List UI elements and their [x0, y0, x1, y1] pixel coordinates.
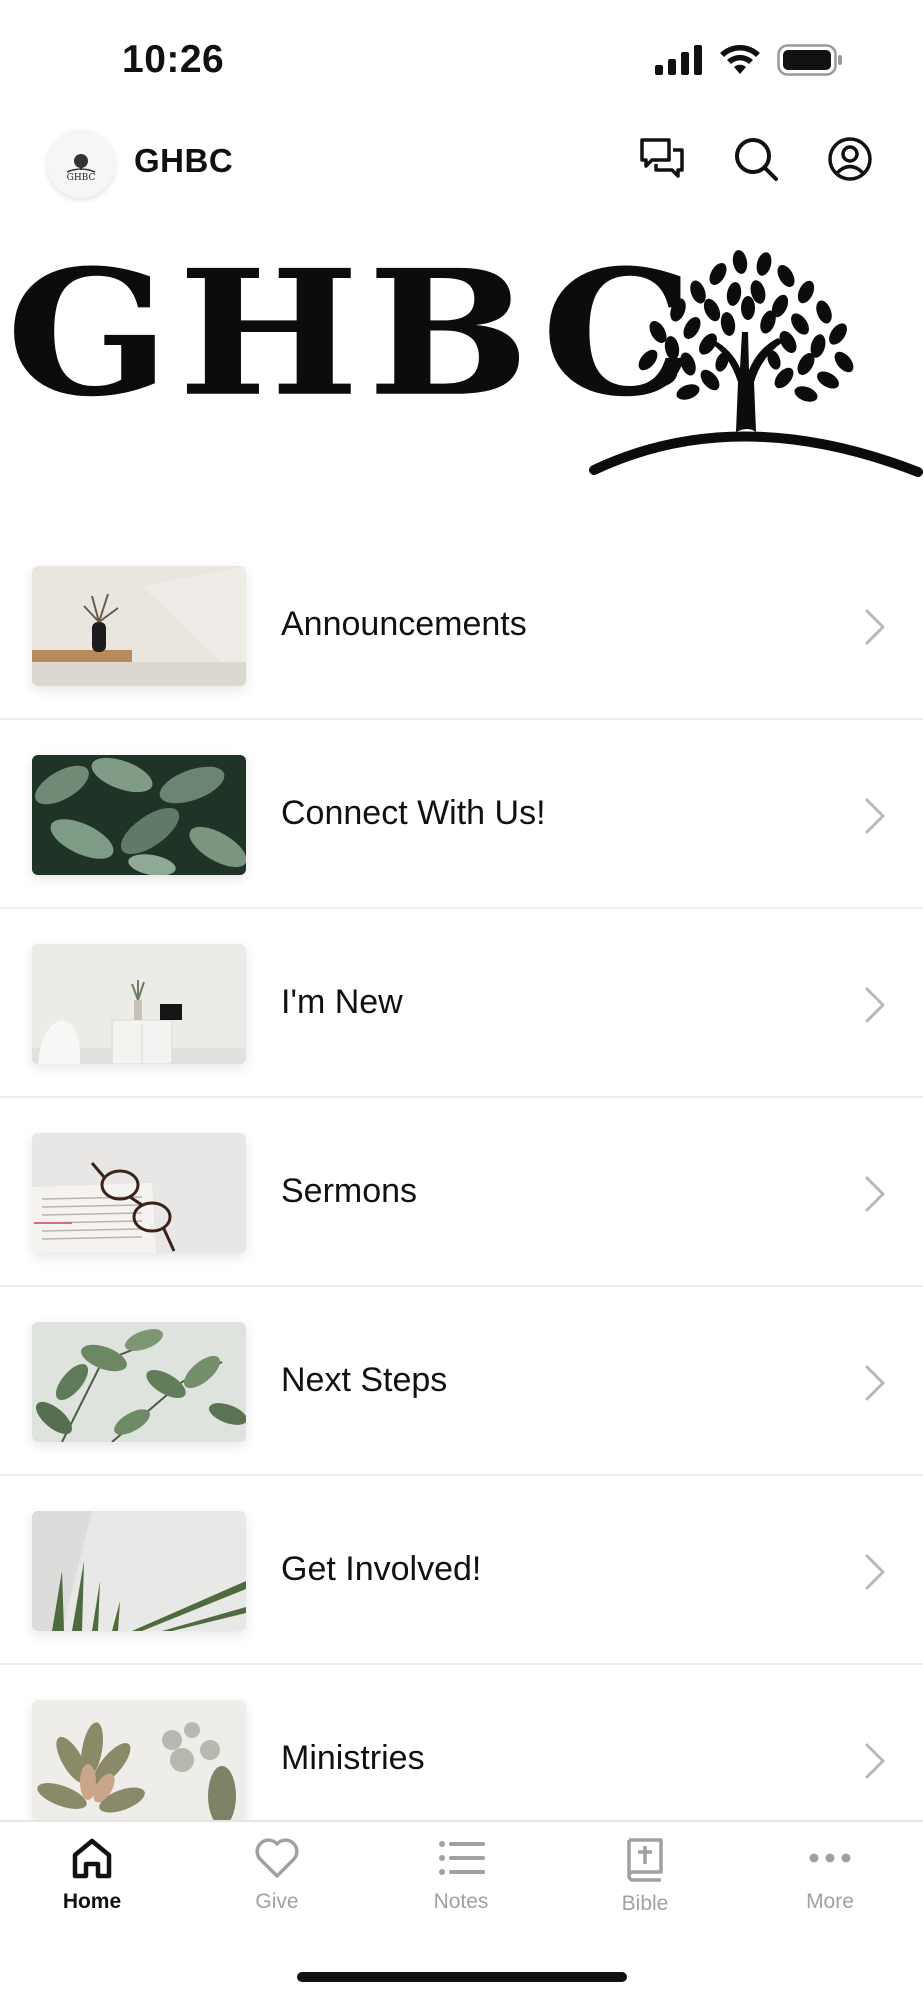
- profile-button[interactable]: [827, 136, 873, 182]
- menu-item-label: Sermons: [281, 1172, 418, 1210]
- tab-home[interactable]: Home: [22, 1836, 162, 1946]
- profile-icon: [828, 137, 872, 181]
- menu-item-label: Connect With Us!: [281, 794, 546, 832]
- chevron-right-icon: [865, 1743, 885, 1779]
- wifi-icon: [719, 44, 761, 81]
- avatar-logo-text: GHBC: [67, 173, 96, 183]
- thumbnail-succulents: [32, 1700, 246, 1820]
- heart-icon: [255, 1838, 299, 1878]
- chevron-right-icon: [865, 1176, 885, 1212]
- chevron-right-icon: [865, 987, 885, 1023]
- bottom-tab-bar: Home Give Notes Bible More: [0, 1820, 923, 2000]
- church-logo-avatar[interactable]: GHBC: [47, 130, 115, 198]
- chat-bubbles-icon: [640, 138, 684, 178]
- bible-icon: [627, 1838, 663, 1882]
- menu-item-connect-with-us[interactable]: Connect With Us!: [0, 720, 923, 909]
- thumbnail-green-leaves: [32, 755, 246, 875]
- chevron-right-icon: [865, 1554, 885, 1590]
- church-banner: GHBC: [0, 228, 923, 492]
- app-title: GHBC: [134, 142, 234, 179]
- list-icon: [439, 1841, 485, 1875]
- chevron-right-icon: [865, 609, 885, 645]
- menu-item-get-involved[interactable]: Get Involved!: [0, 1476, 923, 1665]
- status-time: 10:26: [122, 38, 225, 81]
- home-icon: [72, 1838, 112, 1879]
- status-icons: [655, 44, 843, 81]
- tree-on-hill-icon: [588, 232, 923, 497]
- more-dots-icon: [809, 1853, 851, 1863]
- app-header: GHBC GHBC: [0, 120, 923, 240]
- tab-label: Notes: [433, 1890, 489, 1913]
- menu-item-label: Ministries: [281, 1739, 425, 1777]
- messages-button[interactable]: [639, 136, 685, 182]
- thumbnail-palm-fronds: [32, 1511, 246, 1631]
- tab-label: Home: [62, 1890, 122, 1913]
- menu-item-label: Announcements: [281, 605, 527, 643]
- search-button[interactable]: [733, 136, 779, 182]
- chevron-right-icon: [865, 798, 885, 834]
- tab-label: Bible: [621, 1892, 669, 1915]
- chevron-right-icon: [865, 1365, 885, 1401]
- thumbnail-vase-on-shelf: [32, 566, 246, 686]
- status-bar: 10:26: [0, 0, 923, 120]
- menu-item-im-new[interactable]: I'm New: [0, 909, 923, 1098]
- menu-item-announcements[interactable]: Announcements: [0, 531, 923, 720]
- menu-item-next-steps[interactable]: Next Steps: [0, 1287, 923, 1476]
- tab-more[interactable]: More: [760, 1836, 900, 1946]
- thumbnail-white-desk-plant: [32, 944, 246, 1064]
- menu-item-label: Next Steps: [281, 1361, 448, 1399]
- home-menu-list: Announcements Connect With Us! I'm New S…: [0, 531, 923, 1854]
- thumbnail-plant-leaves: [32, 1322, 246, 1442]
- menu-item-sermons[interactable]: Sermons: [0, 1098, 923, 1287]
- tab-give[interactable]: Give: [207, 1836, 347, 1946]
- menu-item-label: Get Involved!: [281, 1550, 482, 1588]
- cellular-signal-icon: [655, 45, 703, 80]
- header-actions: [639, 136, 873, 182]
- tab-bible[interactable]: Bible: [575, 1836, 715, 1946]
- battery-icon: [777, 44, 843, 81]
- search-icon: [735, 138, 778, 181]
- tab-notes[interactable]: Notes: [391, 1836, 531, 1946]
- menu-item-label: I'm New: [281, 983, 403, 1021]
- tab-label: Give: [255, 1890, 299, 1913]
- home-indicator: [297, 1972, 627, 1982]
- thumbnail-glasses-on-book: [32, 1133, 246, 1253]
- tab-label: More: [806, 1890, 854, 1913]
